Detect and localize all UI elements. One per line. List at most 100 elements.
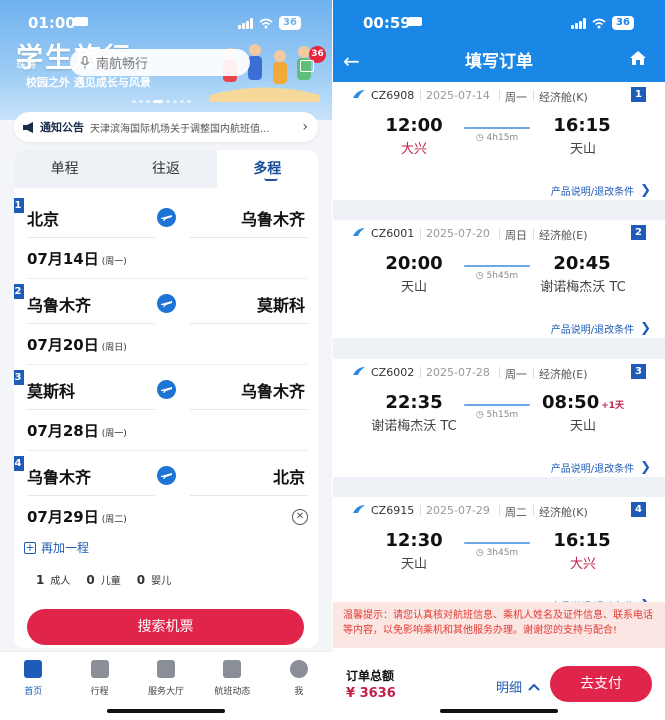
- flight-card-1[interactable]: CZ6908 2025-07-14 周一 经济舱(K) 1 12:00 大兴 ◷…: [333, 82, 665, 200]
- departure-info: 12:30 天山: [349, 530, 479, 572]
- booking-card: 单程 往返 多程 1 北京 乌鲁木齐 07月14日 (周一) 2 乌鲁木齐 莫斯科…: [14, 150, 318, 648]
- adult-count: 1 成人: [36, 573, 71, 587]
- airline-logo-icon: [353, 505, 365, 513]
- suitcase-icon: [90, 660, 109, 678]
- arrival-time: 16:15: [553, 530, 611, 551]
- clock-icon: ◷: [475, 410, 487, 420]
- airline-logo-icon: [353, 228, 365, 236]
- airline-logo-icon: [353, 367, 365, 375]
- plane-icon[interactable]: [157, 466, 176, 485]
- trip-type-tabs: 单程 往返 多程: [14, 150, 318, 188]
- search-input[interactable]: 南航畅行: [70, 49, 250, 76]
- arrival-airport: 天山: [569, 142, 596, 157]
- departure-date[interactable]: 07月20日 (周日): [27, 334, 127, 355]
- segment-number: 1: [14, 198, 24, 213]
- message-icon[interactable]: [300, 60, 314, 72]
- departure-time: 12:00: [385, 115, 443, 136]
- arrival-airport: 天山: [569, 419, 596, 434]
- departure-date[interactable]: 07月14日 (周一): [27, 248, 127, 269]
- add-segment-label: 再加一程: [41, 541, 90, 555]
- tabbar-me[interactable]: 我: [266, 652, 332, 720]
- status-icons: 36: [571, 16, 634, 30]
- flight-code: CZ6908: [371, 89, 415, 102]
- arrival-city[interactable]: 乌鲁木齐: [241, 378, 305, 402]
- departure-airport: 谢诺梅杰沃 TC: [371, 419, 457, 434]
- flight-date: 2025-07-28: [426, 366, 490, 379]
- segment-number: 2: [14, 284, 24, 299]
- plane-icon[interactable]: [157, 208, 176, 227]
- home-screen: 01:00 36 学生旅行 珠海 南航畅行 36 校园之外 遇见成长与风景: [0, 0, 332, 720]
- search-placeholder: 南航畅行: [96, 57, 149, 72]
- departure-city[interactable]: 乌鲁木齐: [27, 292, 91, 316]
- departure-time: 22:35: [385, 392, 443, 413]
- arrival-info: 16:15 天山: [518, 115, 648, 157]
- battery-icon: 36: [279, 16, 301, 30]
- remove-segment-icon[interactable]: ✕: [292, 509, 308, 525]
- arrival-info: 20:45 谢诺梅杰沃 TC: [518, 253, 648, 295]
- segment-1: 1 北京 乌鲁木齐 07月14日 (周一): [14, 198, 318, 284]
- home-icon: [24, 660, 43, 678]
- fare-conditions-link[interactable]: 产品说明/退改条件❯: [551, 183, 651, 198]
- arrival-city[interactable]: 乌鲁木齐: [241, 206, 305, 230]
- tab-one-way[interactable]: 单程: [14, 150, 116, 188]
- promo-banner[interactable]: 01:00 36 学生旅行 珠海 南航畅行 36 校园之外 遇见成长与风景: [0, 0, 332, 120]
- notice-text: 天津滨海国际机场关于调整国内航班值...: [90, 123, 270, 135]
- home-icon[interactable]: [629, 50, 647, 66]
- segment-2: 2 乌鲁木齐 莫斯科 07月20日 (周日): [14, 284, 318, 370]
- signal-icon: [571, 17, 586, 29]
- order-screen: 00:59 36 ← 填写订单 CZ6908 2025-07-14 周一 经济舱…: [333, 0, 665, 720]
- city-selector[interactable]: 珠海: [16, 56, 36, 71]
- tab-multi-city-label: 多程: [253, 161, 282, 177]
- bed-icon: [408, 17, 422, 26]
- banner-subtitle: 校园之外 遇见成长与风景: [26, 76, 151, 89]
- status-icons: 36: [238, 16, 301, 30]
- microphone-icon[interactable]: [80, 56, 90, 69]
- departure-info: 12:00 大兴: [349, 115, 479, 157]
- airline-logo-icon: [353, 90, 365, 98]
- battery-icon: 36: [612, 16, 634, 30]
- page-title: 填写订单: [465, 52, 533, 72]
- tab-round-trip[interactable]: 往返: [115, 150, 217, 188]
- passenger-selector[interactable]: 1 成人 0 儿童 0 婴儿: [36, 572, 171, 587]
- fare-conditions-link[interactable]: 产品说明/退改条件❯: [551, 321, 651, 336]
- arrival-city[interactable]: 北京: [273, 464, 305, 488]
- flight-card-3[interactable]: CZ6002 2025-07-28 周一 经济舱(E) 3 22:35 谢诺梅杰…: [333, 359, 665, 477]
- wifi-icon: [592, 18, 606, 28]
- pay-button[interactable]: 去支付: [550, 666, 652, 702]
- tabbar-home[interactable]: 首页: [0, 652, 66, 720]
- departure-info: 22:35 谢诺梅杰沃 TC: [349, 392, 479, 434]
- cabin-class: 经济舱(K): [539, 91, 588, 104]
- search-flights-button[interactable]: 搜索机票: [27, 609, 304, 645]
- detail-label: 明细: [496, 681, 523, 696]
- arrival-city[interactable]: 莫斯科: [257, 292, 305, 316]
- tab-multi-city[interactable]: 多程: [216, 150, 318, 188]
- departure-city[interactable]: 乌鲁木齐: [27, 464, 91, 488]
- infant-count: 0 婴儿: [136, 573, 172, 587]
- cabin-class: 经济舱(E): [539, 368, 588, 381]
- segment-3: 3 莫斯科 乌鲁木齐 07月28日 (周一): [14, 370, 318, 456]
- clock-icon: ◷: [475, 133, 487, 143]
- departure-airport: 天山: [400, 557, 427, 572]
- plus-icon: +: [24, 540, 36, 554]
- departure-date[interactable]: 07月29日 (周二): [27, 506, 127, 527]
- plane-icon[interactable]: [157, 294, 176, 313]
- home-indicator: [440, 709, 558, 713]
- flight-date: 2025-07-29: [426, 504, 490, 517]
- departure-date[interactable]: 07月28日 (周一): [27, 420, 127, 441]
- total-label: 订单总额: [346, 669, 395, 683]
- flight-card-2[interactable]: CZ6001 2025-07-20 周日 经济舱(E) 2 20:00 天山 ◷…: [333, 220, 665, 338]
- notice-label: 通知公告: [40, 121, 84, 134]
- flight-date: 2025-07-14: [426, 89, 490, 102]
- notice-bar[interactable]: 通知公告 天津滨海国际机场关于调整国内航班值... ›: [14, 112, 318, 142]
- departure-time: 20:00: [385, 253, 443, 274]
- flight-card-4[interactable]: CZ6915 2025-07-29 周二 经济舱(K) 4 12:30 天山 ◷…: [333, 497, 665, 615]
- departure-city[interactable]: 北京: [27, 206, 59, 230]
- clock-icon: ◷: [475, 271, 487, 281]
- price-detail-toggle[interactable]: 明细: [496, 677, 540, 696]
- fare-conditions-link[interactable]: 产品说明/退改条件❯: [551, 460, 651, 475]
- departure-city[interactable]: 莫斯科: [27, 378, 75, 402]
- add-segment-button[interactable]: + 再加一程: [24, 539, 89, 556]
- arrival-airport: 大兴: [569, 557, 596, 572]
- flight-weekday: 周一: [505, 368, 527, 381]
- plane-icon[interactable]: [157, 380, 176, 399]
